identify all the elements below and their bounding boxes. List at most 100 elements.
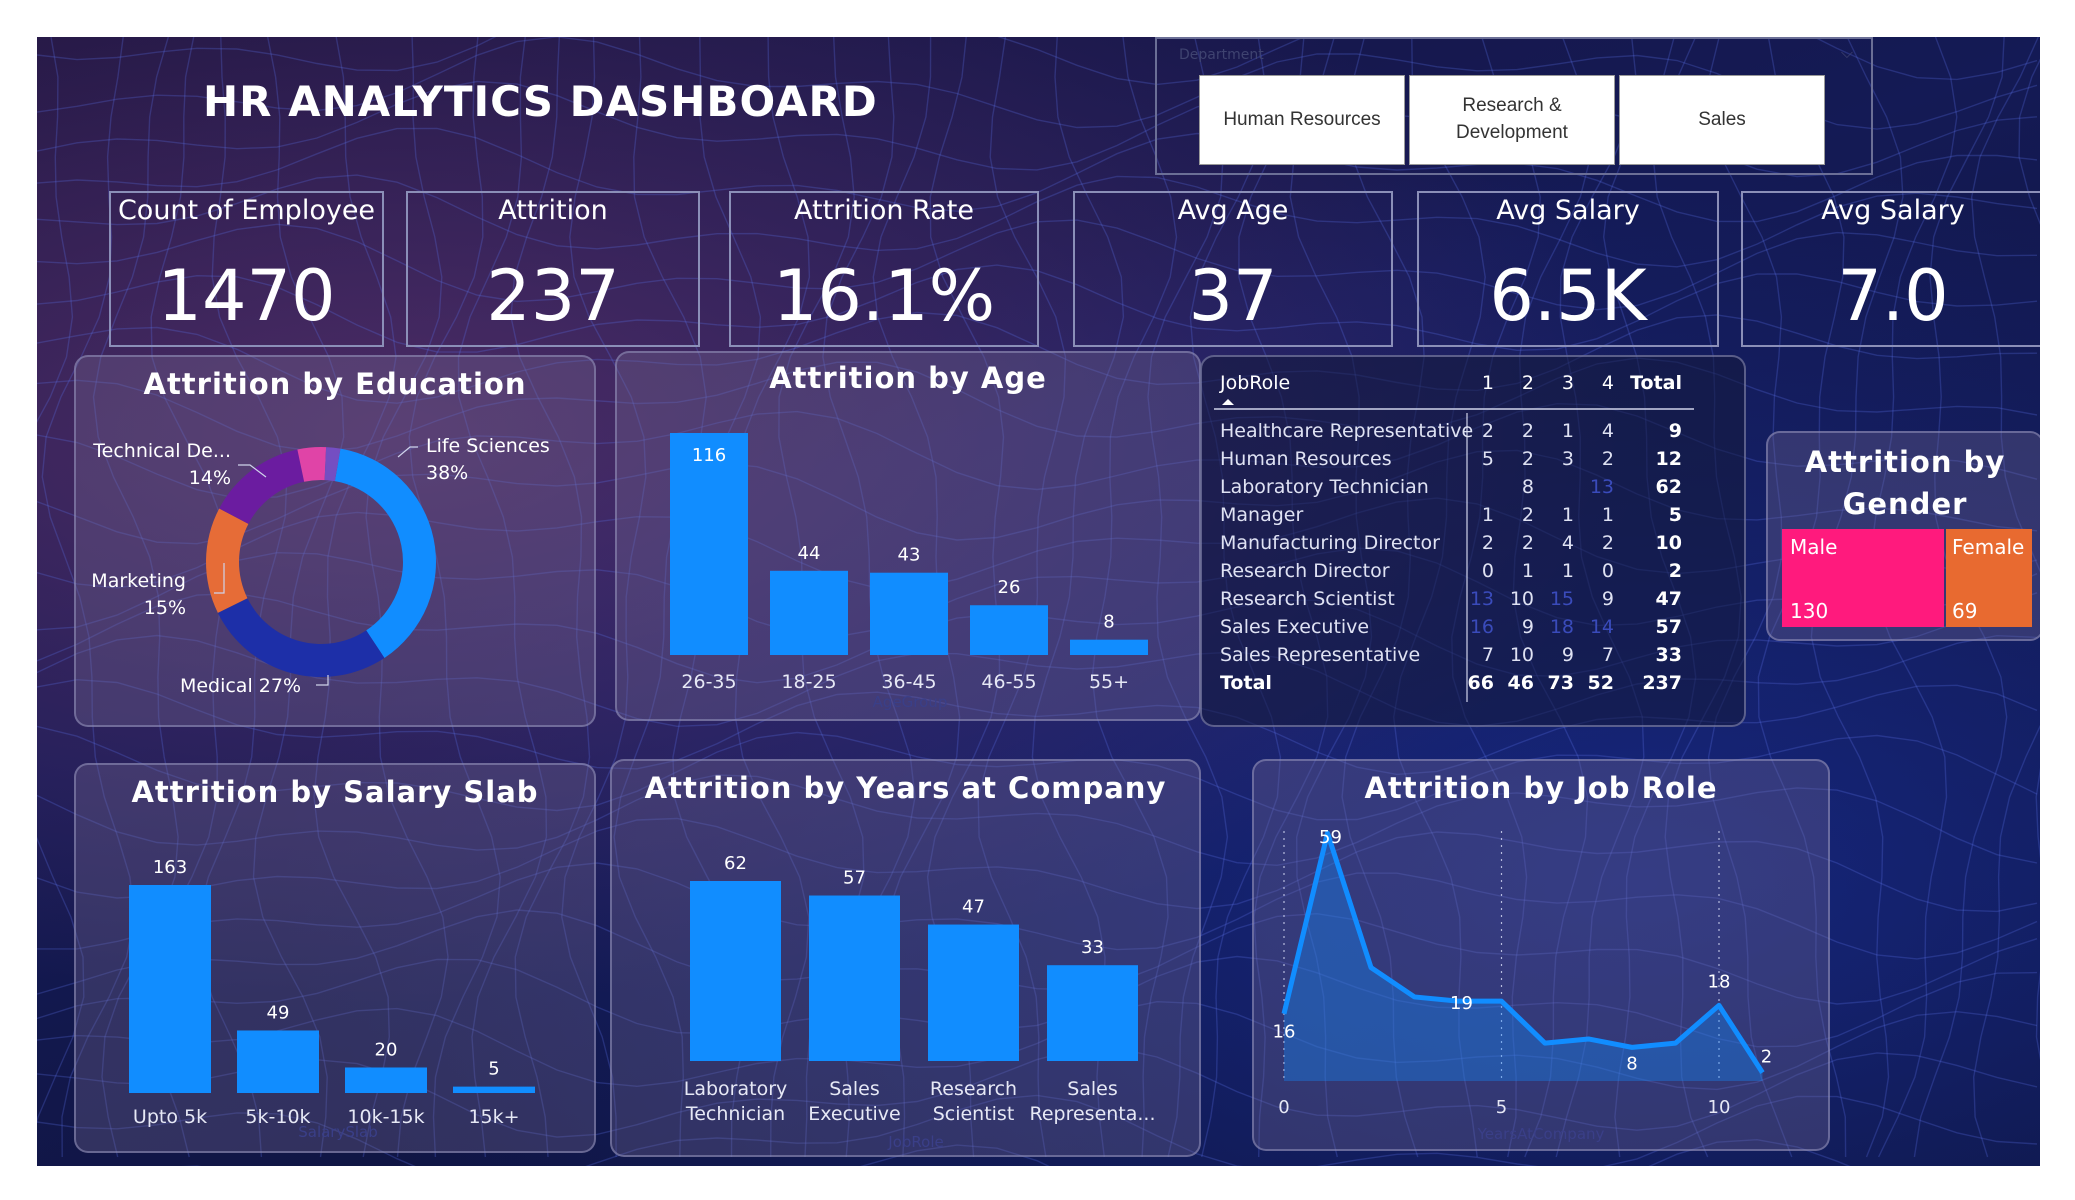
axis-label: JobRole (887, 1133, 943, 1151)
gender-male-label: Male (1790, 535, 1838, 559)
data-label: 49 (267, 1002, 290, 1023)
gender-female-block[interactable]: Female 69 (1946, 529, 2032, 627)
pie-label: Technical De... (92, 440, 231, 462)
tick-label: Laboratory (684, 1078, 788, 1100)
slicer-option-human-resources[interactable]: Human Resources (1199, 75, 1405, 165)
data-label: 16 (1273, 1022, 1296, 1043)
matrix-cell: 2 (1522, 504, 1534, 526)
matrix-header: 1 (1482, 372, 1494, 394)
kpi-label: Avg Age (1177, 195, 1289, 226)
matrix-total: Total (1220, 672, 1272, 694)
matrix-total: 237 (1642, 672, 1682, 694)
panel-attrition-by-job-role: Attrition by Job Role 0 5 10 16 59 19 8 18 2 Year… (1252, 759, 1830, 1151)
chart-title: Attrition by Gender (1804, 445, 2006, 521)
years-bar-chart: 62 Laboratory Technician 57 Sales Executive 47… (684, 853, 1156, 1151)
matrix-cell: Research Director (1220, 560, 1390, 582)
donut-slice (219, 449, 305, 524)
kpi-label: Avg Salary (1821, 195, 1965, 226)
data-label: 163 (153, 857, 187, 878)
bar (870, 572, 948, 655)
slicer-option-research-development[interactable]: Research & Development (1409, 75, 1615, 165)
matrix-cell: 62 (1656, 476, 1682, 498)
kpi-label: Count of Employee (117, 195, 376, 226)
kpi-card-attrition-rate: Attrition Rate 16.1% (729, 191, 1039, 347)
matrix-cell: 3 (1562, 448, 1574, 470)
area-fill (1284, 833, 1763, 1081)
kpi-card-avg-salary-2: Avg Salary 7.0 (1741, 191, 2040, 347)
kpi-value: 16.1% (772, 255, 996, 337)
matrix-cell: 15 (1550, 588, 1574, 610)
data-label: 2 (1761, 1047, 1772, 1068)
matrix-cell: 7 (1602, 644, 1614, 666)
matrix-cell: 1 (1602, 504, 1614, 526)
matrix-cell: 9 (1669, 420, 1682, 442)
dashboard-title: HR ANALYTICS DASHBOARD (203, 77, 878, 126)
matrix-cell: 1 (1562, 504, 1574, 526)
gender-male-value: 130 (1790, 599, 1829, 623)
bar (970, 605, 1048, 655)
kpi-value: 7.0 (1837, 255, 1949, 337)
bar (129, 885, 211, 1093)
matrix-cell: 1 (1522, 560, 1534, 582)
kpi-value: 237 (486, 255, 620, 337)
department-slicer[interactable]: Department ⌵ Human Resources Research & … (1155, 37, 1873, 175)
gender-male-block[interactable]: Male 130 (1782, 529, 1944, 627)
matrix-cell: 1 (1562, 420, 1574, 442)
tick-label: 36-45 (881, 671, 936, 693)
matrix-cell: 2 (1522, 420, 1534, 442)
matrix-cell: 7 (1482, 644, 1494, 666)
data-label: 33 (1081, 937, 1104, 958)
data-label: 18 (1708, 971, 1731, 992)
matrix-cell: 2 (1522, 532, 1534, 554)
matrix-header: 4 (1602, 372, 1614, 394)
matrix-cell: 5 (1669, 504, 1682, 526)
pie-label: 14% (189, 467, 231, 489)
data-label: 57 (843, 868, 866, 889)
matrix-header: 3 (1562, 372, 1574, 394)
dashboard-canvas: HR ANALYTICS DASHBOARD Department ⌵ Huma… (37, 37, 2040, 1166)
matrix-cell: Manager (1220, 504, 1303, 526)
data-label: 44 (798, 543, 821, 564)
tick-label: Research (930, 1078, 1017, 1100)
axis-label: AgeGroup (873, 693, 948, 711)
pie-label: Medical 27% (180, 675, 301, 697)
tick-label: 55+ (1089, 671, 1129, 693)
matrix-total: 52 (1588, 672, 1614, 694)
kpi-label: Attrition (498, 195, 608, 226)
data-label: 59 (1319, 827, 1342, 848)
matrix-total: 46 (1508, 672, 1534, 694)
kpi-label: Avg Salary (1496, 195, 1640, 226)
chevron-down-icon[interactable]: ⌵ (1841, 43, 1853, 63)
tick-label: 5 (1496, 1097, 1507, 1118)
slicer-option-sales[interactable]: Sales (1619, 75, 1825, 165)
matrix-cell: 10 (1510, 644, 1534, 666)
data-label: 26 (998, 577, 1021, 598)
pie-label: 15% (144, 597, 186, 619)
panel-attrition-by-gender: Attrition by Gender Male 130 Female 69 (1766, 431, 2040, 641)
axis-label: SalarySlab (298, 1123, 378, 1141)
matrix-cell: Manufacturing Director (1220, 532, 1440, 554)
tick-label: 15k+ (468, 1106, 519, 1128)
sort-icon (1222, 399, 1234, 405)
panel-jobrole-matrix: JobRole 1 2 3 4 Total Healthcare Representativ… (1200, 355, 1746, 727)
kpi-card-employee-count: Count of Employee 1470 (109, 191, 384, 347)
matrix-cell: 1 (1562, 560, 1574, 582)
data-label: 62 (724, 853, 747, 874)
matrix-cell: 18 (1550, 616, 1574, 638)
kpi-value: 37 (1188, 255, 1278, 337)
matrix-cell: 10 (1510, 588, 1534, 610)
tick-label: Representa... (1029, 1103, 1155, 1125)
donut-slice (205, 508, 249, 613)
tick-label: 10 (1708, 1097, 1731, 1118)
matrix-cell: 33 (1656, 644, 1682, 666)
pie-label: 38% (426, 462, 468, 484)
jobrole-matrix-table: JobRole 1 2 3 4 TotalHealthcare Representativ… (1214, 372, 1694, 702)
matrix-cell: 2 (1669, 560, 1682, 582)
matrix-cell: 2 (1482, 420, 1494, 442)
kpi-label: Attrition Rate (794, 195, 974, 226)
age-bar-chart: 116 26-35 44 18-25 43 36-45 26 46-55 8 55+ AgeGrou… (670, 433, 1148, 711)
matrix-cell: 4 (1602, 420, 1614, 442)
pie-label: Life Sciences (426, 435, 550, 457)
matrix-cell: Sales Representative (1220, 644, 1420, 666)
data-label: 20 (375, 1039, 398, 1060)
